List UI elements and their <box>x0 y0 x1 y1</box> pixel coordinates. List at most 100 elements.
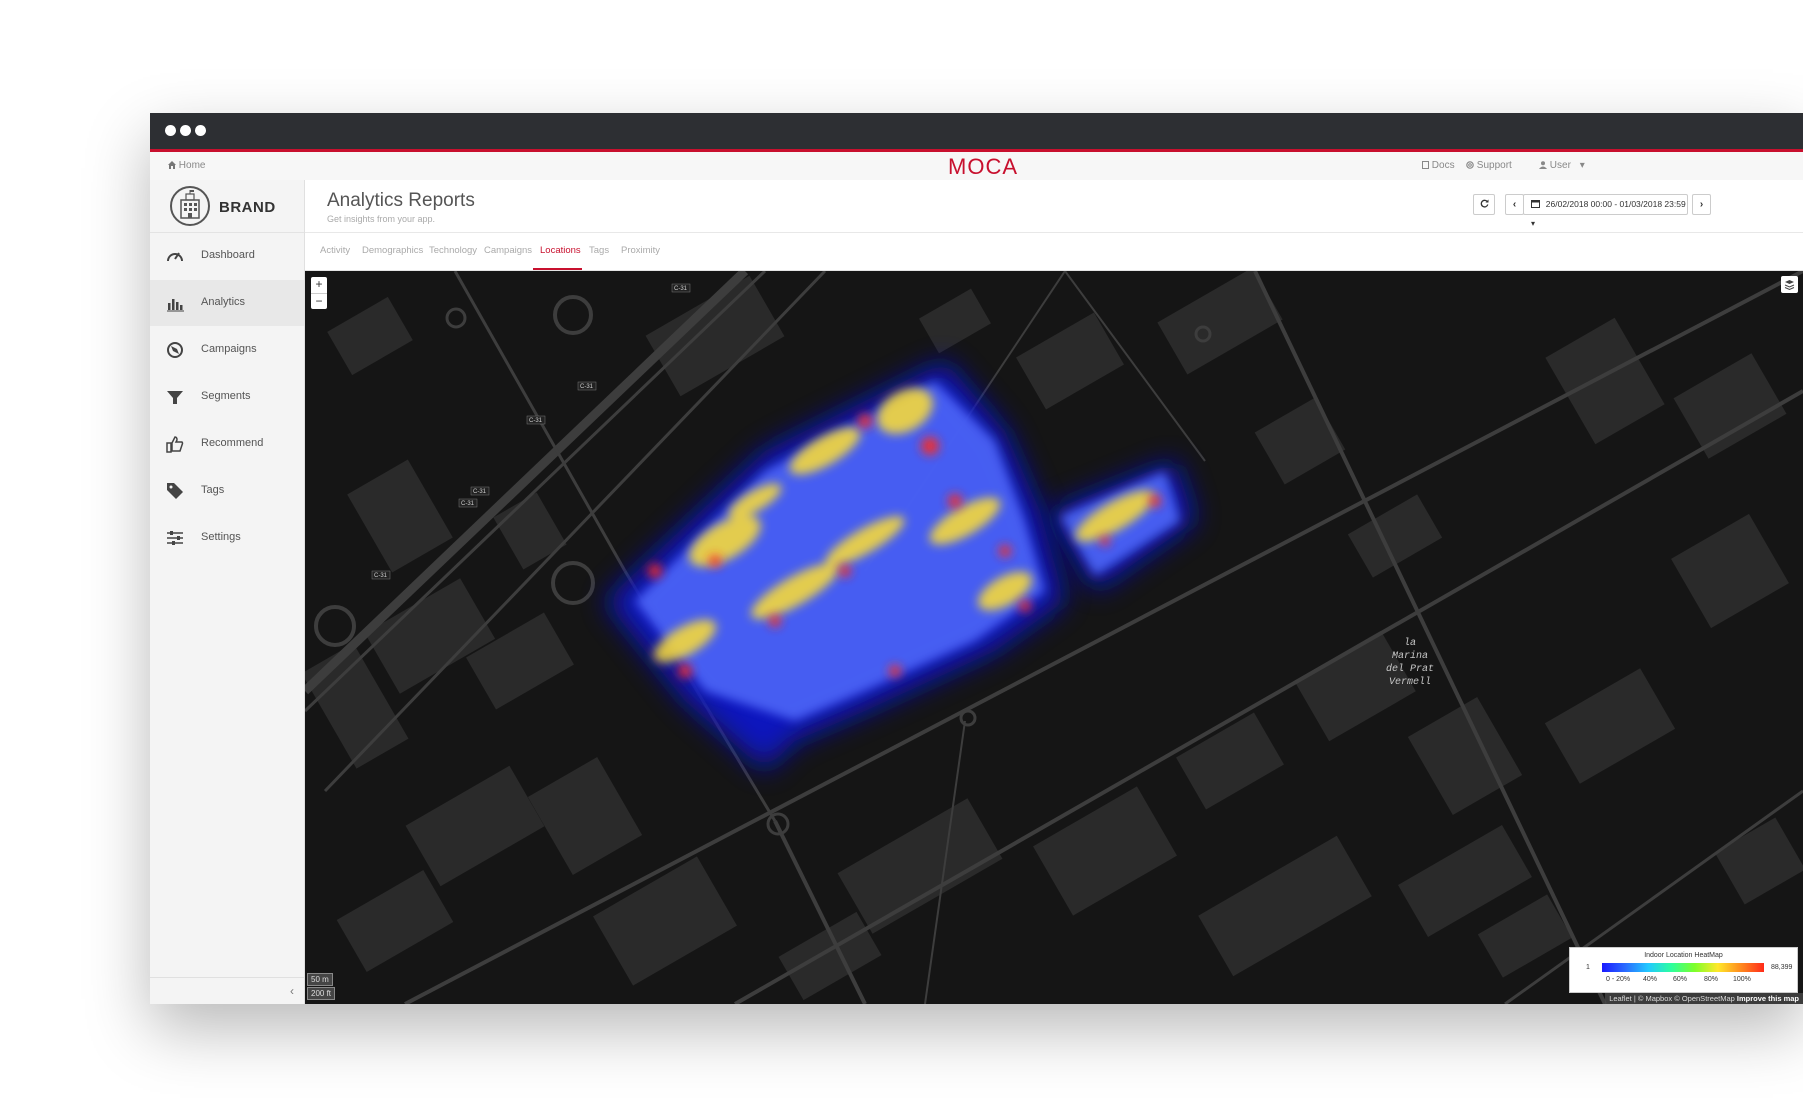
legend-tick: 40% <box>1643 976 1658 983</box>
brand-name: BRAND <box>219 199 276 216</box>
browser-titlebar <box>150 113 1803 152</box>
sidebar-item-campaigns[interactable]: Campaigns <box>150 327 304 373</box>
docs-link[interactable]: Docs <box>1422 160 1455 171</box>
header-divider <box>305 232 1803 233</box>
next-range-button[interactable]: › <box>1692 194 1711 215</box>
svg-text:del Prat: del Prat <box>1386 663 1434 675</box>
zoom-in-button[interactable]: + <box>311 277 327 294</box>
tab-demographics[interactable]: Demographics <box>362 245 423 256</box>
chevron-left-icon: ‹ <box>1512 199 1517 210</box>
road-label: C-31 <box>580 384 594 390</box>
svg-text:la: la <box>1404 637 1416 649</box>
refresh-icon <box>1480 199 1488 208</box>
docs-label: Docs <box>1431 160 1455 171</box>
sidebar-item-label: Dashboard <box>201 249 255 261</box>
sidebar-item-label: Tags <box>201 484 225 496</box>
svg-text:Vermell: Vermell <box>1389 676 1431 688</box>
heatmap-map[interactable]: C-31 C-31 C-31 C-31 C-31 C-31 la Marina … <box>305 271 1803 1004</box>
window-dot <box>195 125 206 136</box>
sliders-icon <box>167 531 183 545</box>
compass-icon <box>167 342 183 358</box>
sidebar-item-settings[interactable]: Settings <box>150 515 304 561</box>
sidebar-item-label: Campaigns <box>201 343 257 355</box>
date-range-value: 26/02/2018 00:00 - 01/03/2018 23:59 <box>1545 199 1686 209</box>
tag-icon <box>167 483 183 499</box>
layers-icon <box>1784 280 1795 291</box>
book-icon <box>1422 161 1429 169</box>
tab-technology[interactable]: Technology <box>429 245 477 256</box>
layers-button[interactable] <box>1781 276 1798 293</box>
sidebar-item-label: Segments <box>201 390 251 402</box>
sidebar: BRAND Dashboard Analytics Campaigns Segm… <box>150 180 305 1004</box>
user-menu[interactable]: User ▾ <box>1539 160 1585 171</box>
legend-title: Indoor Location HeatMap <box>1644 952 1723 959</box>
road-label: C-31 <box>473 489 487 495</box>
app-logo[interactable]: MOCA <box>948 154 1018 180</box>
legend-tick: 60% <box>1673 976 1688 983</box>
svg-text:Marina: Marina <box>1392 650 1428 662</box>
road-label: C-31 <box>461 501 475 507</box>
sidebar-item-segments[interactable]: Segments <box>150 374 304 420</box>
map-canvas: C-31 C-31 C-31 C-31 C-31 C-31 la Marina … <box>305 271 1803 1004</box>
top-nav: Home MOCA Docs Support User ▾ <box>150 152 1803 181</box>
chevron-left-icon: ‹ <box>290 984 294 998</box>
support-link[interactable]: Support <box>1466 160 1512 171</box>
user-label: User <box>1549 160 1571 171</box>
user-icon <box>1539 161 1547 169</box>
sidebar-item-label: Settings <box>201 531 241 543</box>
sidebar-item-tags[interactable]: Tags <box>150 468 304 514</box>
caret-down-icon: ▾ <box>1579 160 1585 171</box>
legend-tick: 0 - 20% <box>1606 976 1631 983</box>
collapse-sidebar-button[interactable]: ‹ <box>150 977 304 1004</box>
scale-imperial: 200 ft <box>307 987 336 1000</box>
improve-map-link[interactable]: Improve this map <box>1737 994 1799 1003</box>
bar-chart-icon <box>167 299 184 312</box>
funnel-icon <box>167 391 183 404</box>
home-icon <box>168 161 176 169</box>
window-dot <box>165 125 176 136</box>
tab-tags[interactable]: Tags <box>589 245 609 256</box>
app-window: Home MOCA Docs Support User ▾ BRAND Dash… <box>150 113 1803 1004</box>
sidebar-item-recommend[interactable]: Recommend <box>150 421 304 467</box>
road-label: C-31 <box>529 418 543 424</box>
refresh-button[interactable] <box>1473 194 1495 215</box>
window-dot <box>180 125 191 136</box>
caret-down-icon: ▾ <box>1531 219 1536 228</box>
legend-min: 1 <box>1586 964 1590 971</box>
date-range-picker[interactable]: 26/02/2018 00:00 - 01/03/2018 23:59 ▾ <box>1523 194 1688 228</box>
map-attribution: Leaflet | © Mapbox © OpenStreetMap Impro… <box>1605 993 1803 1004</box>
attribution-text[interactable]: Leaflet | © Mapbox © OpenStreetMap <box>1609 994 1735 1003</box>
thumbs-up-icon <box>166 436 184 453</box>
sidebar-item-dashboard[interactable]: Dashboard <box>150 233 304 279</box>
main-content: Analytics Reports Get insights from your… <box>305 180 1803 1004</box>
legend-tick: 80% <box>1704 976 1719 983</box>
legend-gradient <box>1602 963 1764 972</box>
chevron-right-icon: › <box>1699 199 1704 210</box>
legend-tick: 100% <box>1733 976 1751 983</box>
previous-range-button[interactable]: ‹ <box>1505 194 1524 215</box>
lifebuoy-icon <box>1466 161 1474 169</box>
tab-activity[interactable]: Activity <box>320 245 350 256</box>
heatmap-layer <box>605 361 1195 771</box>
legend-max: 88,399 <box>1771 964 1793 971</box>
brand-logo-icon <box>170 186 210 226</box>
tab-campaigns[interactable]: Campaigns <box>484 245 532 256</box>
home-link[interactable]: Home <box>168 160 205 171</box>
scale-metric: 50 m <box>307 973 333 986</box>
sidebar-item-label: Analytics <box>201 296 246 308</box>
page-subtitle: Get insights from your app. <box>327 214 436 224</box>
tab-locations[interactable]: Locations <box>540 245 581 256</box>
heatmap-legend: Indoor Location HeatMap 1 88,399 0 - 20%… <box>1569 947 1798 993</box>
road-label: C-31 <box>674 286 688 292</box>
home-label: Home <box>178 160 206 171</box>
tab-proximity[interactable]: Proximity <box>621 245 660 256</box>
map-buildings <box>305 271 1803 1001</box>
zoom-out-button[interactable]: − <box>311 294 327 310</box>
brand-header[interactable]: BRAND <box>150 180 304 233</box>
sidebar-item-analytics[interactable]: Analytics <box>150 280 304 326</box>
sidebar-item-label: Recommend <box>201 437 264 449</box>
page-title: Analytics Reports <box>327 190 475 211</box>
zoom-control: + − <box>311 277 327 309</box>
road-label: C-31 <box>374 573 388 579</box>
gauge-icon <box>167 252 183 262</box>
